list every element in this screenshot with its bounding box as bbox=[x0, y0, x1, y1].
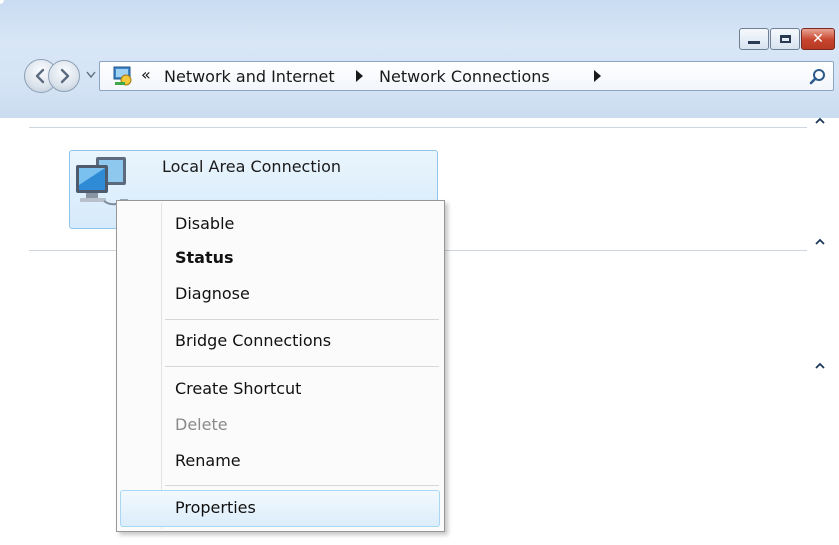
close-icon: ✕ bbox=[812, 31, 824, 47]
menu-separator bbox=[165, 366, 439, 367]
menu-separator bbox=[165, 485, 439, 486]
breadcrumb-separator[interactable] bbox=[594, 70, 601, 82]
menu-hover-highlight bbox=[120, 490, 440, 527]
collapse-group-icon[interactable] bbox=[815, 238, 825, 245]
menu-separator bbox=[165, 319, 439, 320]
window-corner bbox=[0, 0, 4, 4]
maximize-icon bbox=[779, 35, 791, 43]
collapse-group-icon[interactable] bbox=[815, 362, 825, 369]
group-divider bbox=[29, 127, 807, 128]
search-icon[interactable] bbox=[809, 68, 827, 86]
breadcrumb-network-connections[interactable]: Network Connections bbox=[379, 67, 550, 86]
window-controls: ✕ bbox=[738, 28, 835, 50]
menu-item-properties[interactable]: Properties bbox=[175, 498, 256, 517]
menu-item-delete: Delete bbox=[175, 415, 228, 434]
window-titlebar: ✕ « Network and Internet Network Connect… bbox=[0, 0, 839, 118]
menu-item-status[interactable]: Status bbox=[175, 248, 234, 267]
breadcrumb-network-and-internet[interactable]: Network and Internet bbox=[164, 67, 335, 86]
context-menu: Disable Status Diagnose Bridge Connectio… bbox=[116, 200, 445, 532]
control-panel-icon bbox=[113, 66, 132, 86]
breadcrumb-separator[interactable] bbox=[356, 70, 363, 82]
forward-button[interactable] bbox=[48, 60, 80, 92]
minimize-icon bbox=[748, 40, 760, 44]
connection-name: Local Area Connection bbox=[162, 157, 341, 176]
menu-item-rename[interactable]: Rename bbox=[175, 451, 241, 470]
menu-icon-gutter bbox=[161, 203, 162, 529]
address-overflow[interactable]: « bbox=[141, 65, 151, 84]
menu-item-bridge-connections[interactable]: Bridge Connections bbox=[175, 331, 331, 350]
menu-item-diagnose[interactable]: Diagnose bbox=[175, 284, 250, 303]
minimize-button[interactable] bbox=[739, 28, 769, 50]
close-button[interactable]: ✕ bbox=[801, 28, 835, 50]
forward-arrow-icon bbox=[60, 68, 70, 84]
address-bar[interactable]: « Network and Internet Network Connectio… bbox=[99, 61, 834, 91]
recent-pages-dropdown-icon[interactable] bbox=[86, 71, 96, 79]
collapse-group-icon[interactable] bbox=[815, 117, 825, 124]
menu-item-disable[interactable]: Disable bbox=[175, 214, 234, 233]
menu-item-create-shortcut[interactable]: Create Shortcut bbox=[175, 379, 301, 398]
maximize-button[interactable] bbox=[770, 28, 800, 50]
